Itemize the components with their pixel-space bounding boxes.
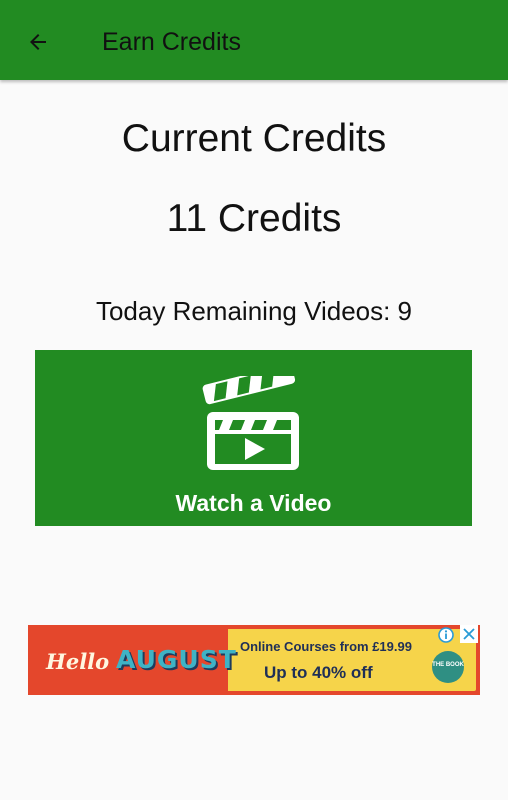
ad-courses-text: Online Courses from £19.99 (240, 639, 412, 654)
ad-discount-text: Up to 40% off (264, 663, 373, 682)
close-icon[interactable] (460, 625, 478, 643)
ad-badge-text: THE BOOK (432, 662, 464, 668)
watch-video-label: Watch a Video (175, 490, 332, 516)
ad-hello-text: Hello (46, 649, 110, 674)
arrow-back-icon (30, 34, 46, 50)
back-button[interactable] (18, 22, 58, 62)
current-credits-label: Current Credits (121, 117, 387, 160)
ad-banner[interactable]: Hello AUGUST Online Courses from £19.99 … (28, 625, 480, 695)
credits-value: 11 Credits (166, 197, 342, 240)
app-bar: Earn Credits (0, 0, 508, 80)
info-icon[interactable] (438, 627, 454, 643)
video-clapperboard-icon (202, 376, 299, 470)
remaining-videos-text: Today Remaining Videos: 9 (95, 296, 413, 326)
ad-august-text: AUGUST (116, 645, 237, 674)
watch-video-button[interactable]: Watch a Video (35, 350, 472, 526)
ad-content: Hello AUGUST Online Courses from £19.99 … (32, 629, 476, 691)
page-title: Earn Credits (102, 28, 241, 56)
